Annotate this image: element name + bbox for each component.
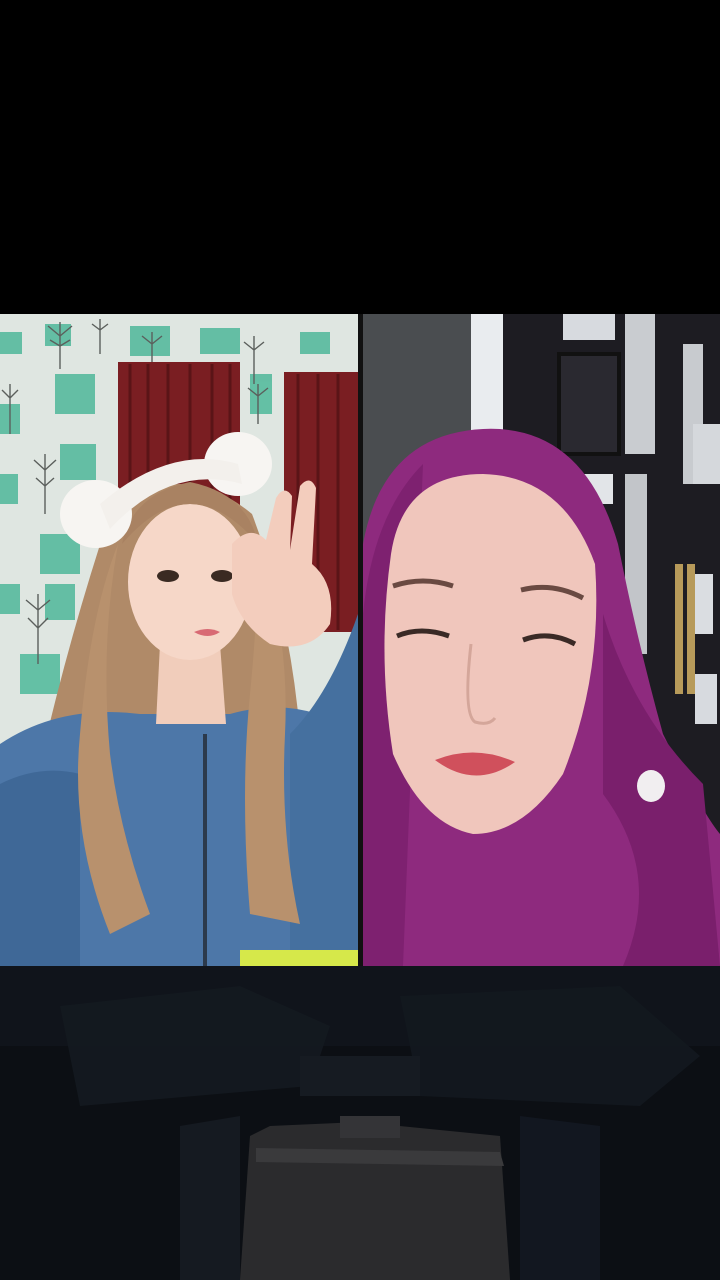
left-video-image: [0, 314, 358, 966]
video-call-screen: [0, 0, 720, 1280]
background-scene-image: [0, 966, 720, 1280]
left-video-feed[interactable]: [0, 314, 358, 966]
top-letterbox: [0, 0, 720, 314]
right-video-feed[interactable]: [363, 314, 720, 966]
background-blurred-scene: [0, 966, 720, 1280]
split-video-area: [0, 314, 720, 966]
right-video-image: [363, 314, 720, 966]
